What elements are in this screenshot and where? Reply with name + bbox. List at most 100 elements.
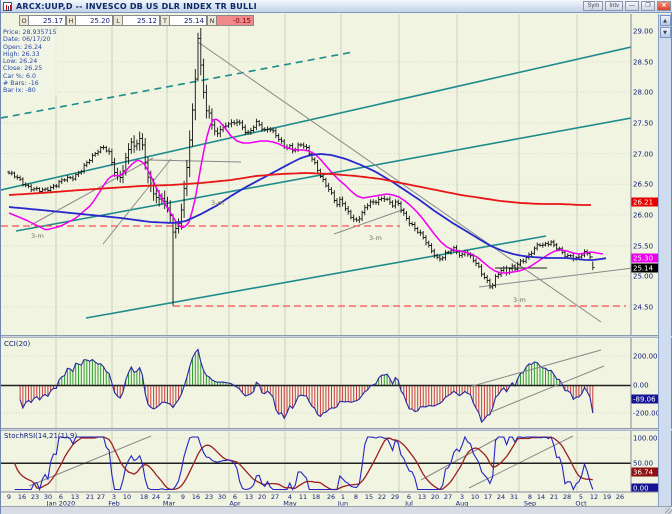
svg-text:31: 31 xyxy=(510,493,518,501)
svg-text:9: 9 xyxy=(7,493,11,501)
svg-text:28: 28 xyxy=(563,493,571,501)
ohlc-bars xyxy=(7,28,594,306)
scroll-down-button[interactable]: ▼ xyxy=(660,27,671,38)
info-panel-row: Bar Ix: -80 xyxy=(3,87,57,94)
svg-text:16: 16 xyxy=(18,493,26,501)
svg-text:26: 26 xyxy=(616,493,624,501)
svg-text:18: 18 xyxy=(312,493,320,501)
stochrsi-pane-label: StochRSI(14,21(1),9) xyxy=(4,432,77,440)
info-panel-row: Low: 26.24 xyxy=(3,58,57,65)
svg-text:100.00: 100.00 xyxy=(633,435,658,443)
svg-text:26.00: 26.00 xyxy=(633,212,653,220)
ma-mid-ma xyxy=(9,154,606,260)
svg-text:27: 27 xyxy=(271,493,279,501)
cursor-info-panel: Price: 28.935715Date: 06/17/20Open: 26.2… xyxy=(3,29,57,95)
svg-text:15: 15 xyxy=(365,493,373,501)
svg-text:9: 9 xyxy=(181,493,185,501)
chart-canvas[interactable]: 29.0028.5028.0027.5027.0026.5026.0025.50… xyxy=(1,0,672,514)
svg-text:-89.06: -89.06 xyxy=(633,396,656,404)
cci-pane xyxy=(1,349,631,422)
svg-text:-200.00: -200.00 xyxy=(633,410,660,418)
svg-text:16: 16 xyxy=(192,493,200,501)
svg-text:25.30: 25.30 xyxy=(633,255,653,263)
svg-text:0.00: 0.00 xyxy=(633,382,649,390)
svg-text:17: 17 xyxy=(484,493,492,501)
svg-text:8: 8 xyxy=(354,493,358,501)
gray-up-trend xyxy=(479,266,649,287)
minimize-button[interactable]: — xyxy=(625,1,639,11)
svg-text:29.00: 29.00 xyxy=(633,28,653,36)
ma-fast-ema xyxy=(9,119,603,273)
info-panel-row: Car %: 6.0 xyxy=(3,73,57,80)
pane-splitter-main-cci[interactable] xyxy=(1,335,672,338)
quote-field-value: 25.20 xyxy=(76,15,113,26)
quote-field-label: L xyxy=(113,15,123,26)
svg-text:19: 19 xyxy=(603,493,611,501)
svg-text:26: 26 xyxy=(327,493,335,501)
scroll-up-button[interactable]: ▲ xyxy=(660,15,671,26)
svg-text:27: 27 xyxy=(444,493,452,501)
gridlines xyxy=(1,14,631,492)
svg-text:25.14: 25.14 xyxy=(633,265,654,273)
svg-text:22: 22 xyxy=(378,493,386,501)
svg-text:27.50: 27.50 xyxy=(633,120,653,128)
svg-text:26.50: 26.50 xyxy=(633,181,653,189)
svg-text:23: 23 xyxy=(31,493,39,501)
info-panel-row: Date: 06/17/20 xyxy=(3,36,57,43)
svg-text:28.00: 28.00 xyxy=(633,89,653,97)
info-panel-row: Price: 28.935715 xyxy=(3,29,57,36)
quote-field-label: O xyxy=(19,15,29,26)
gray-wedge-2 xyxy=(103,159,171,244)
cci-pane-label: CCI(20) xyxy=(4,340,30,348)
stochrsi-pane xyxy=(1,436,631,490)
cci-hatch-positive xyxy=(59,349,562,385)
info-panel-row: Close: 26.25 xyxy=(3,65,57,72)
info-panel-row: High: 26.33 xyxy=(3,51,57,58)
svg-text:50.00: 50.00 xyxy=(633,460,653,468)
svg-text:24: 24 xyxy=(152,493,160,501)
cycle-low-label: 3-m xyxy=(31,232,44,240)
cycle-low-label: 3-m xyxy=(211,199,224,207)
cycle-low-label: 3-m xyxy=(369,234,382,242)
window-title: ARCX:UUP,D -- INVESCO DB US DLR INDEX TR… xyxy=(16,2,583,11)
maximize-button[interactable]: ❐ xyxy=(641,1,655,11)
svg-text:25.50: 25.50 xyxy=(633,243,653,251)
gray-june-support xyxy=(334,209,405,234)
ma-slow-ma xyxy=(9,173,591,205)
teal-channel-top xyxy=(1,47,631,190)
price-axis[interactable]: 29.0028.5028.0027.5027.0026.5026.0025.50… xyxy=(631,14,661,493)
quote-field-value: 25.14 xyxy=(170,15,207,26)
svg-text:10: 10 xyxy=(123,493,131,501)
app-icon xyxy=(3,2,12,11)
pane-splitter-cci-stochrsi[interactable] xyxy=(1,428,672,431)
svg-text:36.74: 36.74 xyxy=(633,469,654,477)
resize-grip[interactable] xyxy=(665,508,672,514)
svg-text:30: 30 xyxy=(218,493,226,501)
svg-text:25.00: 25.00 xyxy=(633,273,653,281)
cycle-low-label: 3-m xyxy=(513,296,526,304)
svg-text:24: 24 xyxy=(497,493,505,501)
interval-button[interactable]: Intv xyxy=(605,1,623,11)
svg-text:13: 13 xyxy=(418,493,426,501)
symbol-button[interactable]: Sym xyxy=(583,1,603,11)
svg-text:27: 27 xyxy=(97,493,105,501)
svg-text:10: 10 xyxy=(471,493,479,501)
window-bottom-bar xyxy=(1,506,672,514)
quote-field-value: 25.12 xyxy=(123,15,160,26)
svg-text:26.21: 26.21 xyxy=(633,199,653,207)
quote-field-label: T xyxy=(160,15,170,26)
svg-text:29: 29 xyxy=(391,493,399,501)
svg-text:11: 11 xyxy=(299,493,307,501)
close-button[interactable]: ✕ xyxy=(657,1,671,11)
trendlines xyxy=(1,42,649,322)
quote-row: O25.17H25.20L25.12T25.14N-0.15 xyxy=(19,15,254,26)
stochrsi-trendline xyxy=(421,438,498,480)
svg-text:20: 20 xyxy=(431,493,439,501)
svg-text:24.50: 24.50 xyxy=(633,304,653,312)
vertical-scrollbar[interactable]: ▲ ▼ xyxy=(658,14,671,506)
svg-text:20: 20 xyxy=(258,493,266,501)
stochrsi-trendline xyxy=(469,436,573,488)
svg-text:0.00: 0.00 xyxy=(633,485,649,493)
svg-text:27.00: 27.00 xyxy=(633,151,653,159)
quote-field-label: H xyxy=(66,15,76,26)
